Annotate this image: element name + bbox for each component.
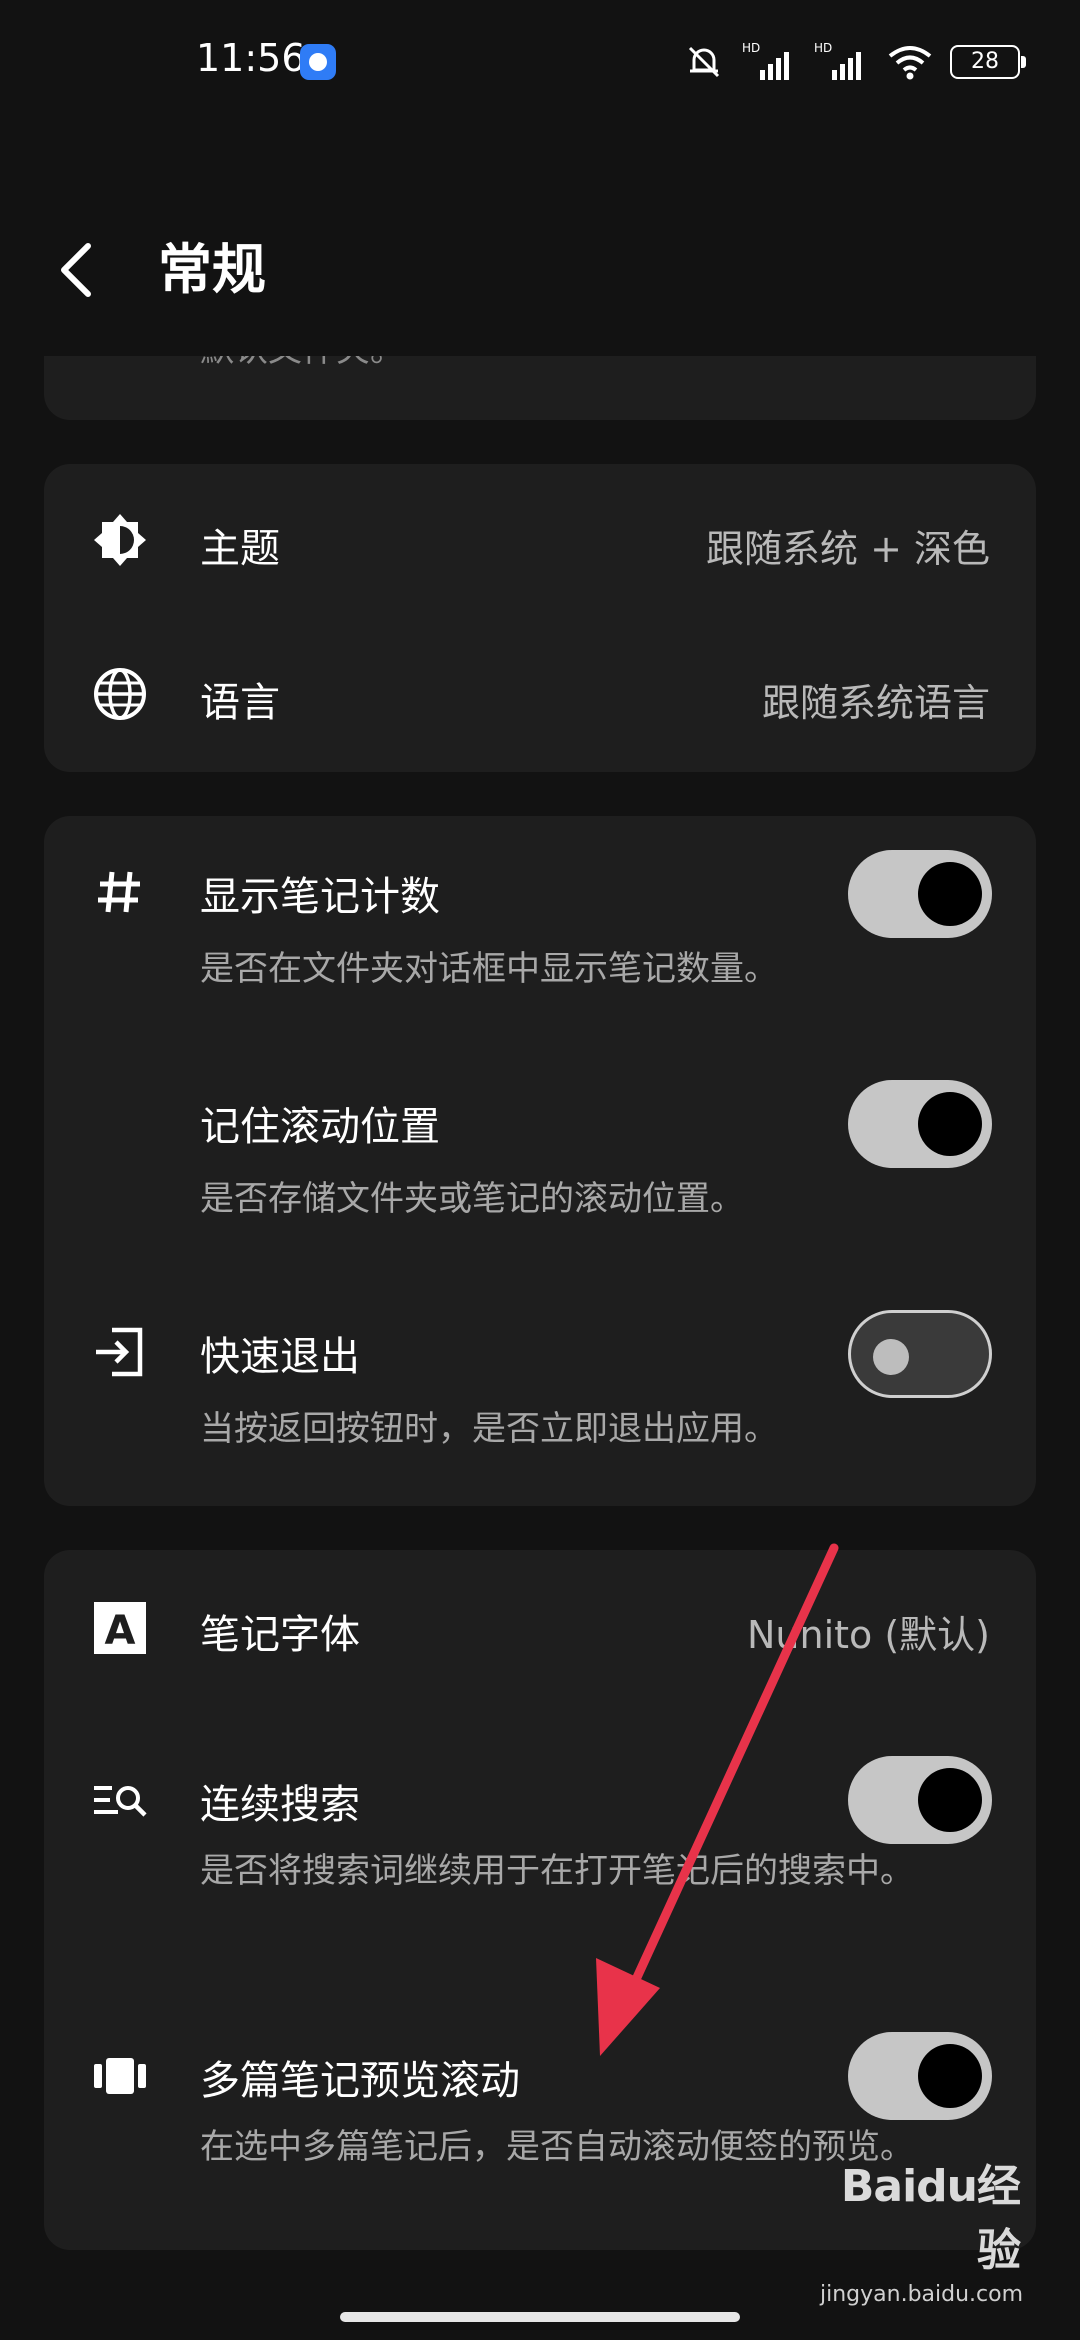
quick-exit-toggle[interactable] bbox=[848, 1310, 992, 1398]
appearance-card: 主题 跟随系统 + 深色 语言 跟随系统语言 bbox=[44, 464, 1036, 772]
note-font-label: 笔记字体 bbox=[200, 1612, 360, 1658]
back-arrow-icon bbox=[61, 243, 91, 297]
mute-bell-icon bbox=[688, 46, 720, 78]
status-icons: HD HD 28 bbox=[682, 40, 1026, 84]
quick-exit-desc: 当按返回按钮时，是否立即退出应用。 bbox=[200, 1409, 778, 1449]
svg-text:A: A bbox=[105, 1608, 136, 1654]
toggle-knob bbox=[918, 1768, 982, 1832]
editor-card: A 笔记字体 Nunito (默认) 连续搜索 是否将搜索词继续用于在打开笔记后… bbox=[44, 1550, 1036, 2250]
theme-value: 跟随系统 + 深色 bbox=[706, 527, 990, 571]
status-bar: 11:56 HD HD 28 bbox=[0, 0, 1080, 120]
language-value: 跟随系统语言 bbox=[761, 681, 990, 725]
watermark-site: jingyan.baidu.com bbox=[820, 2282, 1024, 2307]
notification-app-icon bbox=[300, 44, 336, 80]
baidu-watermark: Baidu经验 jingyan.baidu.com bbox=[820, 2150, 1024, 2330]
theme-row[interactable]: 主题 跟随系统 + 深色 bbox=[44, 464, 1036, 618]
app-header: 常规 bbox=[0, 200, 1080, 340]
multi-preview-label: 多篇笔记预览滚动 bbox=[200, 2058, 520, 2104]
quick-exit-label: 快速退出 bbox=[200, 1334, 360, 1380]
signal-hd-icon-2: HD bbox=[814, 41, 861, 80]
quick-exit-row[interactable]: 快速退出 当按返回按钮时，是否立即退出应用。 bbox=[44, 1276, 1036, 1506]
behavior-card: 显示笔记计数 是否在文件夹对话框中显示笔记数量。 记住滚动位置 是否存储文件夹或… bbox=[44, 816, 1036, 1506]
multi-preview-toggle[interactable] bbox=[848, 2032, 992, 2120]
wifi-icon bbox=[888, 46, 932, 80]
exit-icon bbox=[92, 1324, 148, 1380]
default-folder-card: 默认文件夹。 bbox=[44, 356, 1036, 420]
continuous-search-label: 连续搜索 bbox=[200, 1782, 360, 1828]
scroll-position-row[interactable]: 记住滚动位置 是否存储文件夹或笔记的滚动位置。 bbox=[44, 1046, 1036, 1276]
carousel-icon bbox=[92, 2048, 148, 2104]
hash-icon bbox=[92, 864, 148, 920]
theme-icon bbox=[92, 512, 148, 568]
svg-text:HD: HD bbox=[814, 41, 832, 55]
scroll-position-label: 记住滚动位置 bbox=[200, 1104, 440, 1150]
scroll-position-desc: 是否存储文件夹或笔记的滚动位置。 bbox=[200, 1179, 744, 1219]
toggle-knob bbox=[918, 862, 982, 926]
toggle-knob bbox=[873, 1339, 909, 1375]
continuous-search-desc: 是否将搜索词继续用于在打开笔记后的搜索中。 bbox=[200, 1851, 914, 1891]
svg-text:HD: HD bbox=[742, 41, 760, 55]
note-font-value: Nunito (默认) bbox=[746, 1613, 990, 1657]
battery-indicator: 28 bbox=[950, 45, 1026, 79]
language-label: 语言 bbox=[200, 680, 280, 726]
default-folder-desc: 默认文件夹。 bbox=[200, 356, 404, 371]
globe-icon bbox=[92, 666, 148, 722]
language-row[interactable]: 语言 跟随系统语言 bbox=[44, 618, 1036, 772]
note-count-label: 显示笔记计数 bbox=[200, 874, 440, 920]
note-count-toggle[interactable] bbox=[848, 850, 992, 938]
page-title: 常规 bbox=[158, 238, 266, 301]
signal-hd-icon: HD bbox=[742, 41, 789, 80]
status-time: 11:56 bbox=[196, 36, 306, 80]
toggle-knob bbox=[918, 2044, 982, 2108]
continuous-search-toggle[interactable] bbox=[848, 1756, 992, 1844]
font-icon: A bbox=[92, 1600, 148, 1656]
toggle-knob bbox=[918, 1092, 982, 1156]
note-count-desc: 是否在文件夹对话框中显示笔记数量。 bbox=[200, 949, 778, 989]
note-font-row[interactable]: A 笔记字体 Nunito (默认) bbox=[44, 1550, 1036, 1704]
home-indicator[interactable] bbox=[340, 2312, 740, 2322]
theme-label: 主题 bbox=[200, 526, 280, 572]
scroll-position-toggle[interactable] bbox=[848, 1080, 992, 1168]
continuous-search-row[interactable]: 连续搜索 是否将搜索词继续用于在打开笔记后的搜索中。 bbox=[44, 1730, 1036, 1970]
search-list-icon bbox=[92, 1772, 148, 1828]
watermark-brand: Baidu经验 bbox=[840, 2161, 1021, 2276]
note-count-row[interactable]: 显示笔记计数 是否在文件夹对话框中显示笔记数量。 bbox=[44, 816, 1036, 1046]
back-button[interactable] bbox=[46, 230, 116, 310]
